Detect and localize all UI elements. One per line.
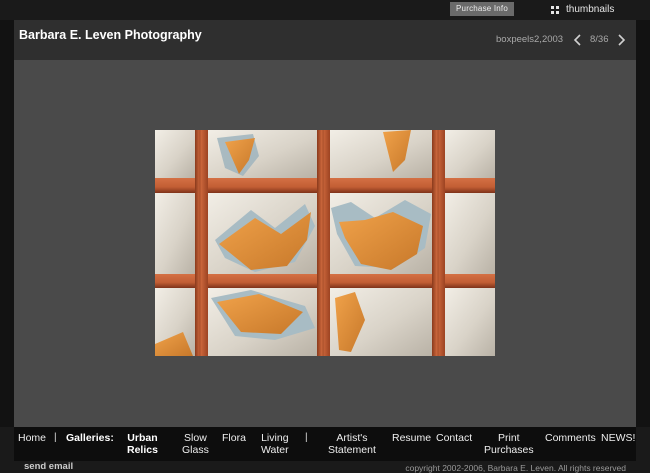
nav-artists-statement[interactable]: Artist's Statement bbox=[328, 432, 376, 456]
nav-artists-statement-line-2: Statement bbox=[328, 444, 376, 456]
thumbnails-label: thumbnails bbox=[566, 4, 615, 15]
nav-living-water-line-2: Water bbox=[261, 444, 289, 456]
gallery-nav: Home | Galleries: Urban Relics Slow Glas… bbox=[14, 427, 636, 461]
image-counter: 8/36 bbox=[590, 34, 609, 45]
nav-living-water[interactable]: Living Water bbox=[261, 432, 289, 456]
nav-comments[interactable]: Comments bbox=[545, 432, 596, 444]
nav-urban-relics-line-1: Urban bbox=[127, 432, 158, 444]
previous-image-button[interactable] bbox=[572, 33, 584, 47]
nav-print-purchases-line-2: Purchases bbox=[484, 444, 534, 456]
copyright-notice: copyright 2002-2006, Barbara E. Leven. A… bbox=[405, 463, 626, 473]
nav-urban-relics-line-2: Relics bbox=[127, 444, 158, 456]
nav-slow-glass-line-2: Glass bbox=[182, 444, 209, 456]
nav-slow-glass[interactable]: Slow Glass bbox=[182, 432, 209, 456]
header-bar: Barbara E. Leven Photography boxpeels2,2… bbox=[14, 20, 636, 60]
nav-separator: | bbox=[305, 432, 308, 443]
nav-urban-relics[interactable]: Urban Relics bbox=[127, 432, 158, 456]
thumbnails-link[interactable]: thumbnails bbox=[551, 3, 614, 17]
left-margin bbox=[0, 20, 14, 427]
photo[interactable] bbox=[155, 130, 495, 356]
nav-living-water-line-1: Living bbox=[261, 432, 289, 444]
site-title: Barbara E. Leven Photography bbox=[19, 28, 202, 42]
image-caption: boxpeels2,2003 bbox=[496, 34, 564, 45]
next-image-button[interactable] bbox=[615, 33, 627, 47]
chevron-right-icon bbox=[618, 34, 626, 46]
nav-slow-glass-line-1: Slow bbox=[184, 432, 207, 444]
image-stage bbox=[14, 60, 636, 427]
nav-news[interactable]: NEWS! bbox=[601, 432, 635, 444]
nav-artists-statement-line-1: Artist's bbox=[336, 432, 368, 444]
nav-print-purchases-line-1: Print bbox=[498, 432, 520, 444]
nav-separator: | bbox=[54, 432, 57, 443]
nav-contact[interactable]: Contact bbox=[436, 432, 472, 444]
right-margin bbox=[636, 20, 650, 427]
nav-home[interactable]: Home bbox=[18, 432, 46, 444]
nav-flora[interactable]: Flora bbox=[222, 432, 246, 444]
purchase-info-button[interactable]: Purchase Info bbox=[450, 2, 514, 16]
nav-resume[interactable]: Resume bbox=[392, 432, 431, 444]
chevron-left-icon bbox=[573, 34, 581, 46]
nav-print-purchases[interactable]: Print Purchases bbox=[484, 432, 534, 456]
grid-icon bbox=[551, 6, 559, 14]
galleries-label: Galleries: bbox=[66, 432, 114, 444]
